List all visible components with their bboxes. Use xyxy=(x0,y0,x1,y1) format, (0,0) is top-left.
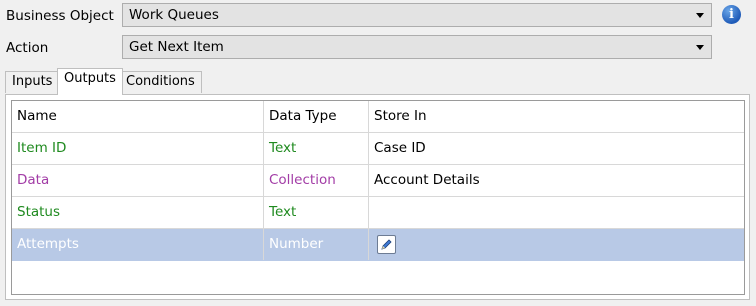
action-label: Action xyxy=(6,40,49,56)
column-header-data-type[interactable]: Data Type xyxy=(264,101,369,132)
outputs-panel: Name Data Type Store In Item ID Text Cas… xyxy=(5,94,750,300)
action-dropdown[interactable]: Get Next Item xyxy=(122,35,712,59)
row-name: Data xyxy=(12,165,264,196)
row-data-type: Number xyxy=(264,229,369,260)
table-row[interactable]: Data Collection Account Details xyxy=(12,165,744,197)
table-row[interactable]: Status Text xyxy=(12,197,744,229)
business-object-label: Business Object xyxy=(6,8,114,24)
row-name: Status xyxy=(12,197,264,228)
table-header-row: Name Data Type Store In xyxy=(12,101,744,133)
edit-icon[interactable] xyxy=(377,235,396,254)
business-object-dropdown[interactable]: Work Queues xyxy=(122,3,712,27)
info-icon[interactable]: i xyxy=(722,5,741,24)
tab-inputs[interactable]: Inputs xyxy=(5,71,60,93)
action-value: Get Next Item xyxy=(129,39,224,55)
table-row[interactable]: Item ID Text Case ID xyxy=(12,133,744,165)
outputs-grid: Name Data Type Store In Item ID Text Cas… xyxy=(11,100,745,295)
table-row-selected[interactable]: Attempts Number xyxy=(12,229,744,261)
chevron-down-icon xyxy=(696,45,704,50)
tab-outputs[interactable]: Outputs xyxy=(57,68,123,95)
row-name: Attempts xyxy=(12,229,264,260)
column-header-store-in[interactable]: Store In xyxy=(369,101,744,132)
row-store-in[interactable]: Account Details xyxy=(369,165,744,196)
row-name: Item ID xyxy=(12,133,264,164)
row-data-type: Collection xyxy=(264,165,369,196)
row-store-in[interactable] xyxy=(369,197,744,228)
column-header-name[interactable]: Name xyxy=(12,101,264,132)
business-object-value: Work Queues xyxy=(129,7,219,23)
row-data-type: Text xyxy=(264,133,369,164)
row-data-type: Text xyxy=(264,197,369,228)
row-store-in[interactable]: Case ID xyxy=(369,133,744,164)
row-store-in[interactable] xyxy=(369,229,744,260)
chevron-down-icon xyxy=(696,13,704,18)
tab-conditions[interactable]: Conditions xyxy=(119,71,202,93)
